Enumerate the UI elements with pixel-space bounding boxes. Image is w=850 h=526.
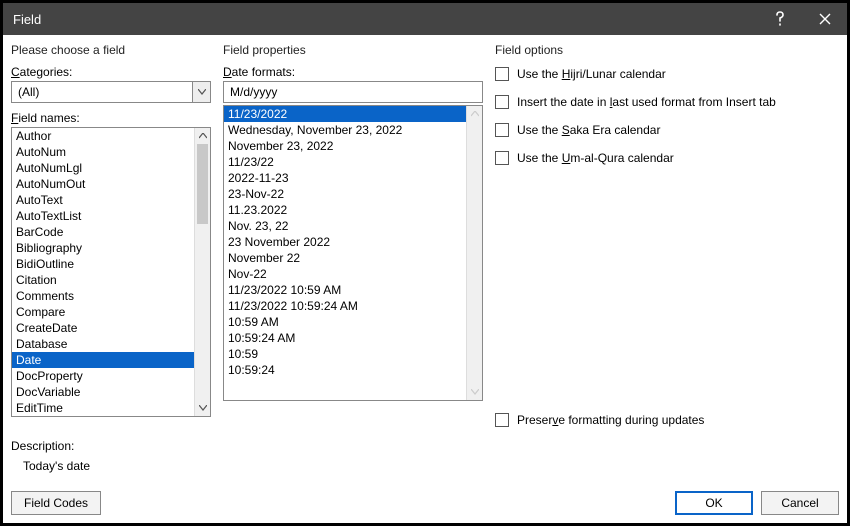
- titlebar: Field: [3, 3, 847, 35]
- fieldnames-label: Field names:: [11, 111, 211, 125]
- list-item[interactable]: AutoNumOut: [12, 176, 194, 192]
- list-item[interactable]: Date: [12, 352, 194, 368]
- field-properties-panel: Field properties Date formats: M/d/yyyy …: [223, 43, 483, 439]
- ok-button[interactable]: OK: [675, 491, 753, 515]
- list-item[interactable]: Nov. 23, 22: [224, 218, 466, 234]
- list-item[interactable]: 10:59:24: [224, 362, 466, 378]
- dateformat-input[interactable]: M/d/yyyy: [223, 81, 483, 103]
- field-properties-heading: Field properties: [223, 43, 483, 57]
- list-item[interactable]: 23 November 2022: [224, 234, 466, 250]
- chevron-down-icon: [192, 82, 210, 102]
- checkbox-icon: [495, 151, 509, 165]
- list-item[interactable]: 11/23/2022 10:59 AM: [224, 282, 466, 298]
- option-label: Use the Um-al-Qura calendar: [517, 151, 674, 165]
- scrollbar[interactable]: [194, 128, 210, 416]
- option-saka[interactable]: Use the Saka Era calendar: [495, 123, 839, 137]
- dialog-footer: Description: Today's date Field Codes OK…: [3, 439, 847, 523]
- list-item[interactable]: DocProperty: [12, 368, 194, 384]
- dateformats-listbox[interactable]: 11/23/2022Wednesday, November 23, 2022No…: [223, 105, 483, 401]
- list-item[interactable]: BarCode: [12, 224, 194, 240]
- list-item[interactable]: Database: [12, 336, 194, 352]
- cancel-button[interactable]: Cancel: [761, 491, 839, 515]
- checkbox-icon: [495, 95, 509, 109]
- list-item[interactable]: 11.23.2022: [224, 202, 466, 218]
- option-label: Preserve formatting during updates: [517, 413, 704, 427]
- list-item[interactable]: EditTime: [12, 400, 194, 416]
- dateformat-value: M/d/yyyy: [230, 85, 277, 99]
- list-item[interactable]: AutoTextList: [12, 208, 194, 224]
- choose-field-heading: Please choose a field: [11, 43, 211, 57]
- close-button[interactable]: [802, 3, 847, 35]
- list-item[interactable]: Citation: [12, 272, 194, 288]
- scroll-up-icon[interactable]: [195, 128, 210, 144]
- list-item[interactable]: BidiOutline: [12, 256, 194, 272]
- list-item[interactable]: 10:59:24 AM: [224, 330, 466, 346]
- categories-combo[interactable]: (All): [11, 81, 211, 103]
- list-item[interactable]: CreateDate: [12, 320, 194, 336]
- checkbox-icon: [495, 67, 509, 81]
- window-title: Field: [13, 12, 757, 27]
- fieldnames-listbox[interactable]: AuthorAutoNumAutoNumLglAutoNumOutAutoTex…: [11, 127, 211, 417]
- option-preserve-formatting[interactable]: Preserve formatting during updates: [495, 413, 839, 427]
- list-item[interactable]: DocVariable: [12, 384, 194, 400]
- list-item[interactable]: November 22: [224, 250, 466, 266]
- list-item[interactable]: AutoNum: [12, 144, 194, 160]
- scroll-thumb[interactable]: [197, 144, 208, 224]
- option-last-used[interactable]: Insert the date in last used format from…: [495, 95, 839, 109]
- description-text: Today's date: [11, 459, 211, 473]
- list-item[interactable]: 11/23/2022: [224, 106, 466, 122]
- help-button[interactable]: [757, 3, 802, 35]
- scrollbar[interactable]: [466, 106, 482, 400]
- scroll-up-icon[interactable]: [467, 106, 482, 122]
- option-hijri[interactable]: Use the Hijri/Lunar calendar: [495, 67, 839, 81]
- list-item[interactable]: Nov-22: [224, 266, 466, 282]
- scroll-down-icon[interactable]: [195, 400, 210, 416]
- field-options-panel: Field options Use the Hijri/Lunar calend…: [495, 43, 839, 439]
- option-label: Use the Saka Era calendar: [517, 123, 660, 137]
- option-um-al-qura[interactable]: Use the Um-al-Qura calendar: [495, 151, 839, 165]
- list-item[interactable]: 23-Nov-22: [224, 186, 466, 202]
- list-item[interactable]: Compare: [12, 304, 194, 320]
- close-icon: [819, 13, 831, 25]
- option-label: Insert the date in last used format from…: [517, 95, 776, 109]
- list-item[interactable]: AutoNumLgl: [12, 160, 194, 176]
- list-item[interactable]: 11/23/22: [224, 154, 466, 170]
- option-label: Use the Hijri/Lunar calendar: [517, 67, 666, 81]
- list-item[interactable]: 11/23/2022 10:59:24 AM: [224, 298, 466, 314]
- checkbox-icon: [495, 123, 509, 137]
- dateformats-label: Date formats:: [223, 65, 483, 79]
- list-item[interactable]: AutoText: [12, 192, 194, 208]
- scroll-down-icon[interactable]: [467, 384, 482, 400]
- categories-value: (All): [12, 85, 192, 99]
- dialog-body: Please choose a field Categories: (All) …: [3, 35, 847, 439]
- checkbox-icon: [495, 413, 509, 427]
- list-item[interactable]: 10:59 AM: [224, 314, 466, 330]
- choose-field-panel: Please choose a field Categories: (All) …: [11, 43, 211, 439]
- categories-label: Categories:: [11, 65, 211, 79]
- field-codes-button[interactable]: Field Codes: [11, 491, 101, 515]
- list-item[interactable]: Wednesday, November 23, 2022: [224, 122, 466, 138]
- description-label: Description:: [11, 439, 211, 453]
- list-item[interactable]: Author: [12, 128, 194, 144]
- field-options-heading: Field options: [495, 43, 839, 57]
- list-item[interactable]: 10:59: [224, 346, 466, 362]
- help-icon: [774, 11, 786, 27]
- list-item[interactable]: Comments: [12, 288, 194, 304]
- list-item[interactable]: November 23, 2022: [224, 138, 466, 154]
- field-dialog: Field Please choose a field Categories: …: [0, 0, 850, 526]
- list-item[interactable]: 2022-11-23: [224, 170, 466, 186]
- list-item[interactable]: Bibliography: [12, 240, 194, 256]
